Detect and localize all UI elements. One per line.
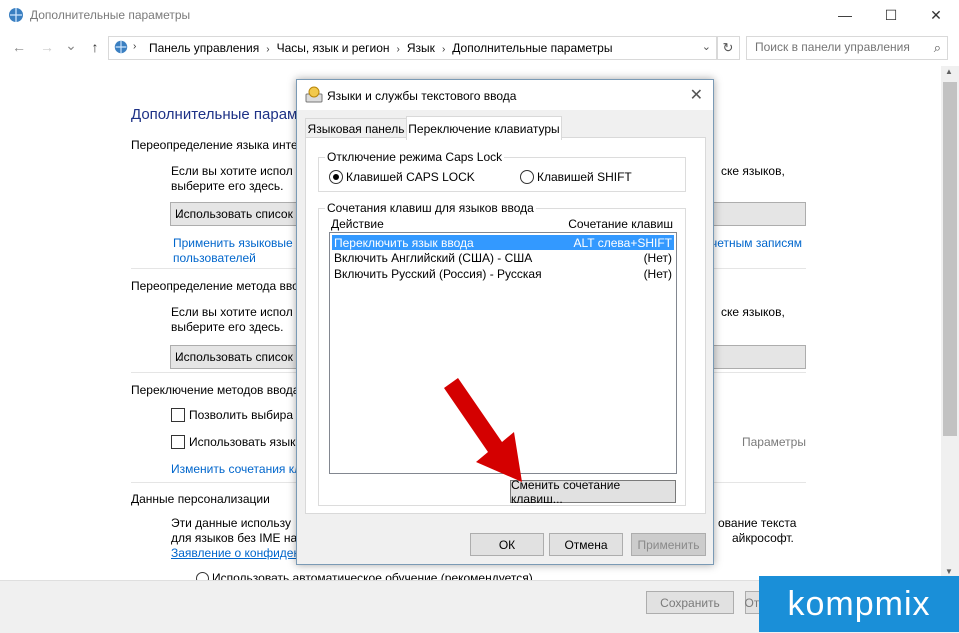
section-title-switching: Переключение методов ввода — [131, 383, 300, 397]
dialog-title-bar: Языки и службы текстового ввода ✕ — [297, 80, 713, 110]
up-arrow-icon[interactable]: ↑ — [86, 38, 104, 56]
list-item-keys: (Нет) — [643, 251, 672, 265]
search-box: ⌕ — [746, 36, 948, 60]
parameters-link[interactable]: Параметры — [742, 435, 806, 449]
dialog-cancel-button[interactable]: Отмена — [549, 533, 623, 556]
apply-language-settings-link-3[interactable]: четным записям — [711, 236, 802, 250]
page-title: Дополнительные парам — [131, 106, 298, 123]
column-header-keys: Сочетание клавиш — [568, 217, 673, 231]
tab-keyboard-switch[interactable]: Переключение клавиатуры — [406, 116, 562, 140]
list-item[interactable]: Переключить язык ввода ALT слева+SHIFT — [332, 235, 674, 250]
radio-label: Клавишей SHIFT — [537, 170, 632, 184]
dialog-title: Языки и службы текстового ввода — [327, 89, 517, 103]
refresh-button[interactable]: ↻ — [716, 36, 740, 60]
allow-choose-checkbox[interactable] — [171, 408, 185, 422]
minimize-button[interactable]: — — [822, 0, 868, 30]
column-header-action: Действие — [331, 217, 384, 231]
section-text: выберите его здесь. — [171, 320, 284, 334]
close-window-button[interactable]: ✕ — [913, 0, 959, 30]
back-arrow-icon[interactable]: ← — [10, 38, 28, 56]
breadcrumb-separator-icon: › — [396, 44, 400, 55]
window-title: Дополнительные параметры — [30, 8, 191, 22]
list-item-action: Переключить язык ввода — [334, 236, 474, 250]
section-text: Если вы хотите испол — [171, 164, 293, 178]
change-hotkeys-link[interactable]: Изменить сочетания кл — [171, 462, 301, 476]
group-label: Отключение режима Caps Lock — [325, 150, 505, 164]
ok-button[interactable]: ОК — [470, 533, 544, 556]
close-icon[interactable]: ✕ — [690, 85, 703, 105]
apply-language-settings-link-2[interactable]: пользователей — [173, 251, 256, 265]
breadcrumb-item[interactable]: Панель управления — [149, 41, 259, 55]
list-item-action: Включить Английский (США) - США — [334, 251, 533, 265]
address-dropdown-icon[interactable]: ⌄ — [702, 40, 711, 53]
maximize-button[interactable]: ☐ — [868, 0, 914, 30]
apply-language-settings-link[interactable]: Применить языковые — [173, 236, 293, 250]
apply-button[interactable]: Применить — [631, 533, 706, 556]
scrollbar-thumb[interactable] — [943, 82, 957, 436]
section-text: ске языков, — [721, 305, 785, 319]
control-panel-icon — [114, 40, 128, 54]
radio-label: Использовать автоматическое обучение (ре… — [212, 571, 533, 580]
breadcrumb: Панель управления › Часы, язык и регион › Яз… — [149, 41, 612, 55]
window-title-bar: Дополнительные параметры — ☐ ✕ — [0, 0, 959, 30]
checkbox-label: Позволить выбира — [189, 408, 294, 422]
section-title-display-language: Переопределение языка инте — [131, 138, 298, 152]
breadcrumb-item[interactable]: Дополнительные параметры — [452, 41, 612, 55]
checkbox-label: Использовать язык — [189, 435, 296, 449]
list-item-action: Включить Русский (Россия) - Русская — [334, 267, 542, 281]
forward-arrow-icon[interactable]: → — [38, 38, 56, 56]
search-input[interactable] — [747, 37, 925, 57]
red-arrow-icon — [444, 378, 522, 482]
section-text: для языков без IME на з — [171, 531, 307, 545]
list-item[interactable]: Включить Русский (Россия) - Русская (Нет… — [332, 266, 674, 281]
section-text: ске языков, — [721, 164, 785, 178]
section-text: выберите его здесь. — [171, 179, 284, 193]
section-text: ование текста — [718, 516, 797, 530]
section-title-input-method: Переопределение метода ввода — [131, 279, 313, 293]
breadcrumb-item[interactable]: Язык — [407, 41, 435, 55]
list-item[interactable]: Включить Английский (США) - США (Нет) — [332, 250, 674, 265]
privacy-statement-link[interactable]: Заявление о конфиден — [171, 546, 300, 560]
section-text: Если вы хотите испол — [171, 305, 293, 319]
use-language-bar-checkbox[interactable] — [171, 435, 185, 449]
section-text: айкрософт. — [732, 531, 794, 545]
keyboard-globe-icon — [305, 86, 323, 103]
shift-key-radio[interactable] — [520, 170, 534, 184]
list-item-keys: ALT слева+SHIFT — [573, 236, 673, 250]
caps-lock-group: Отключение режима Caps Lock Клавишей CAP… — [318, 150, 686, 192]
section-text: Эти данные использу — [171, 516, 291, 530]
text-services-dialog: Языки и службы текстового ввода ✕ Языков… — [296, 79, 714, 565]
caps-lock-key-radio[interactable] — [329, 170, 343, 184]
radio-label: Клавишей CAPS LOCK — [346, 170, 475, 184]
scroll-down-icon[interactable]: ▼ — [945, 567, 953, 576]
list-item-keys: (Нет) — [643, 267, 672, 281]
group-label: Сочетания клавиш для языков ввода — [325, 201, 536, 215]
save-button[interactable]: Сохранить — [646, 591, 734, 614]
control-panel-icon — [9, 8, 23, 22]
search-icon[interactable]: ⌕ — [934, 40, 941, 56]
address-bar[interactable]: › Панель управления › Часы, язык и регион ›… — [108, 36, 718, 60]
breadcrumb-item[interactable]: Часы, язык и регион — [277, 41, 390, 55]
breadcrumb-chevron-icon: › — [133, 41, 137, 52]
recent-dropdown-icon[interactable]: ⌄ — [62, 36, 80, 54]
breadcrumb-separator-icon: › — [441, 44, 446, 55]
section-title-personalization: Данные персонализации — [131, 492, 270, 506]
scroll-up-icon[interactable]: ▲ — [945, 67, 953, 76]
kompmix-watermark: kompmix — [759, 576, 959, 632]
breadcrumb-separator-icon: › — [266, 44, 270, 55]
